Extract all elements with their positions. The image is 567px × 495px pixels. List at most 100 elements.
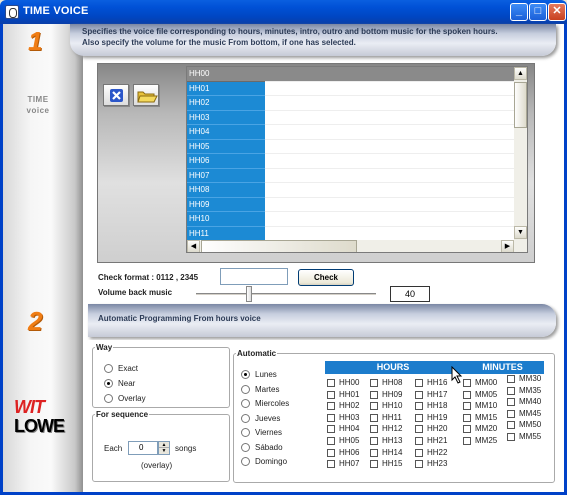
way-exact-radio[interactable] [104, 364, 113, 373]
grid-file-cell[interactable] [265, 110, 514, 125]
grid-hour-cell[interactable]: HH04 [187, 125, 265, 140]
grid-vertical-scrollbar[interactable]: ▲ ▼ [514, 67, 527, 240]
hour-checkbox[interactable] [370, 437, 378, 445]
grid-horizontal-scrollbar[interactable]: ◀ ▶ [187, 240, 527, 252]
minute-checkbox[interactable] [463, 379, 471, 387]
grid-row[interactable]: HH04 [187, 125, 514, 140]
volume-slider-thumb[interactable] [246, 286, 252, 302]
volume-slider-track[interactable] [196, 293, 376, 296]
scroll-left-button[interactable]: ◀ [187, 240, 200, 252]
hour-checkbox[interactable] [327, 402, 335, 411]
grid-row[interactable]: HH03 [187, 110, 514, 125]
grid-file-cell[interactable] [265, 168, 514, 183]
grid-row[interactable]: HH01 [187, 81, 514, 96]
app-icon[interactable] [5, 5, 19, 19]
minute-checkbox[interactable] [463, 402, 471, 411]
grid-file-cell[interactable] [265, 197, 514, 212]
scroll-down-button[interactable]: ▼ [514, 226, 527, 239]
grid-file-cell[interactable] [265, 139, 514, 154]
grid-row[interactable]: HH11 [187, 226, 514, 241]
sequence-count-input[interactable]: 0 [128, 441, 158, 455]
grid-hour-cell[interactable]: HH11 [187, 226, 265, 241]
day-radio[interactable] [241, 370, 250, 379]
minute-checkbox[interactable] [507, 421, 515, 430]
scroll-up-button[interactable]: ▲ [514, 67, 527, 80]
check-format-input[interactable] [220, 268, 288, 285]
vertical-scroll-thumb[interactable] [514, 82, 527, 128]
hour-checkbox[interactable] [370, 413, 378, 422]
hour-checkbox[interactable] [327, 379, 335, 387]
grid-hour-cell[interactable]: HH08 [187, 183, 265, 198]
day-radio[interactable] [241, 384, 250, 394]
hour-checkbox[interactable] [327, 413, 335, 422]
delete-button[interactable] [103, 84, 129, 106]
hour-checkbox[interactable] [415, 448, 423, 457]
grid-row[interactable]: HH05 [187, 139, 514, 154]
minute-checkbox[interactable] [507, 398, 515, 407]
grid-file-cell[interactable] [265, 212, 514, 227]
hour-checkbox[interactable] [415, 390, 423, 399]
hour-checkbox[interactable] [415, 413, 423, 422]
hour-checkbox[interactable] [370, 379, 378, 387]
grid-file-cell[interactable] [265, 154, 514, 169]
grid-file-cell[interactable] [265, 96, 514, 111]
way-overlay-radio[interactable] [104, 394, 113, 403]
grid-row[interactable]: HH10 [187, 212, 514, 227]
hour-checkbox[interactable] [327, 448, 335, 457]
hour-checkbox[interactable] [370, 448, 378, 457]
grid-file-cell[interactable] [265, 67, 514, 82]
grid-file-cell[interactable] [265, 226, 514, 241]
check-button[interactable]: Check [298, 269, 354, 286]
grid-header-row[interactable]: HH00 [187, 67, 514, 82]
grid-row[interactable]: HH09 [187, 197, 514, 212]
hour-checkbox[interactable] [327, 425, 335, 434]
sequence-spinner[interactable]: ▲ ▼ [158, 441, 170, 455]
minute-checkbox[interactable] [507, 375, 515, 383]
minute-checkbox[interactable] [507, 386, 515, 395]
scroll-right-button[interactable]: ▶ [501, 240, 514, 252]
day-radio[interactable] [241, 399, 250, 408]
hour-checkbox[interactable] [370, 460, 378, 469]
grid-hour-cell[interactable]: HH05 [187, 139, 265, 154]
grid-hour-cell[interactable]: HH00 [187, 67, 265, 82]
grid-row[interactable]: HH08 [187, 183, 514, 198]
hour-checkbox[interactable] [415, 460, 423, 469]
minute-checkbox[interactable] [463, 425, 471, 434]
grid-hour-cell[interactable]: HH01 [187, 81, 265, 96]
grid-row[interactable]: HH02 [187, 96, 514, 111]
day-radio[interactable] [241, 442, 250, 452]
grid-file-cell[interactable] [265, 183, 514, 198]
grid-hour-cell[interactable]: HH06 [187, 154, 265, 169]
way-near-radio[interactable] [104, 379, 113, 388]
hour-checkbox[interactable] [415, 425, 423, 434]
hour-checkbox[interactable] [327, 460, 335, 469]
hour-checkbox[interactable] [327, 390, 335, 399]
hour-checkbox[interactable] [370, 402, 378, 411]
grid-hour-cell[interactable]: HH07 [187, 168, 265, 183]
hour-checkbox[interactable] [415, 379, 423, 387]
minute-checkbox[interactable] [463, 437, 471, 445]
horizontal-scroll-thumb[interactable] [201, 240, 357, 252]
hour-checkbox[interactable] [415, 437, 423, 445]
day-radio[interactable] [241, 457, 250, 466]
grid-row[interactable]: HH06 [187, 154, 514, 169]
close-button[interactable]: ✕ [548, 3, 566, 21]
grid-file-cell[interactable] [265, 81, 514, 96]
title-bar[interactable]: TIME VOICE _ □ ✕ [0, 0, 567, 24]
hour-checkbox[interactable] [327, 437, 335, 445]
spin-down-icon[interactable]: ▼ [159, 448, 169, 454]
voice-file-grid[interactable]: HH00 HH01 HH02 HH03 HH04 HH05 HH06 HH07 HH08 HH09… [186, 66, 528, 253]
minute-checkbox[interactable] [463, 390, 471, 399]
grid-row[interactable]: HH07 [187, 168, 514, 183]
open-folder-button[interactable] [133, 84, 159, 106]
grid-hour-cell[interactable]: HH10 [187, 212, 265, 227]
volume-value-box[interactable]: 40 [390, 286, 430, 302]
maximize-button[interactable]: □ [529, 3, 547, 21]
grid-file-cell[interactable] [265, 125, 514, 140]
hour-checkbox[interactable] [370, 425, 378, 434]
minimize-button[interactable]: _ [510, 3, 528, 21]
minute-checkbox[interactable] [463, 413, 471, 422]
grid-hour-cell[interactable]: HH09 [187, 197, 265, 212]
hour-checkbox[interactable] [415, 402, 423, 411]
minute-checkbox[interactable] [507, 433, 515, 441]
